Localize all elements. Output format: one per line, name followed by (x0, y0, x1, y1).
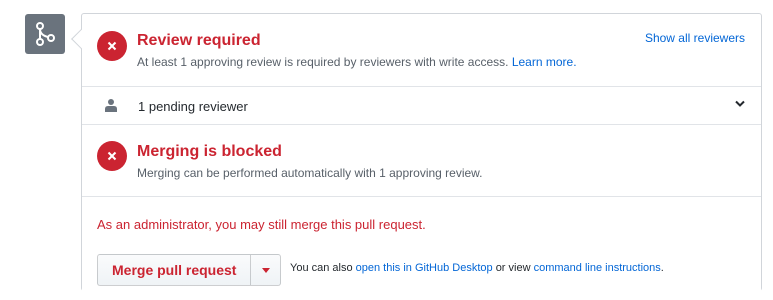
admin-notice: As an administrator, you may still merge… (97, 217, 426, 232)
alternative-merge-text: You can also open this in GitHub Desktop… (290, 262, 664, 274)
review-description-text: At least 1 approving review is required … (137, 55, 509, 69)
review-required-description: At least 1 approving review is required … (137, 55, 577, 69)
show-all-reviewers-link[interactable]: Show all reviewers (645, 31, 745, 45)
triangle-down-icon (261, 267, 270, 273)
also-prefix: You can also (290, 262, 353, 274)
x-circle-icon (97, 31, 127, 61)
merge-method-dropdown[interactable] (251, 254, 282, 286)
chevron-down-icon[interactable] (735, 100, 745, 108)
period: . (660, 262, 664, 274)
review-required-title: Review required (137, 32, 261, 49)
person-icon (105, 99, 117, 112)
command-line-instructions-link[interactable]: command line instructions (534, 262, 661, 274)
git-merge-icon (25, 14, 65, 54)
review-required-section: Review required At least 1 approving rev… (82, 14, 761, 87)
learn-more-link[interactable]: Learn more. (512, 55, 577, 69)
or-view-text: or view (495, 262, 531, 274)
merge-pull-request-button[interactable]: Merge pull request (97, 254, 252, 286)
pending-reviewer-row[interactable]: 1 pending reviewer (82, 87, 761, 125)
pending-reviewer-label: 1 pending reviewer (138, 99, 248, 114)
merging-blocked-title: Merging is blocked (137, 143, 282, 160)
x-circle-icon (97, 141, 127, 171)
admin-merge-section: As an administrator, you may still merge… (82, 197, 761, 291)
open-in-desktop-link[interactable]: open this in GitHub Desktop (356, 262, 493, 274)
merge-button-group: Merge pull request (97, 254, 282, 286)
merge-status-box: Review required At least 1 approving rev… (71, 13, 762, 291)
merging-blocked-description: Merging can be performed automatically w… (137, 166, 483, 180)
merging-blocked-section: Merging is blocked Merging can be perfor… (82, 125, 761, 197)
